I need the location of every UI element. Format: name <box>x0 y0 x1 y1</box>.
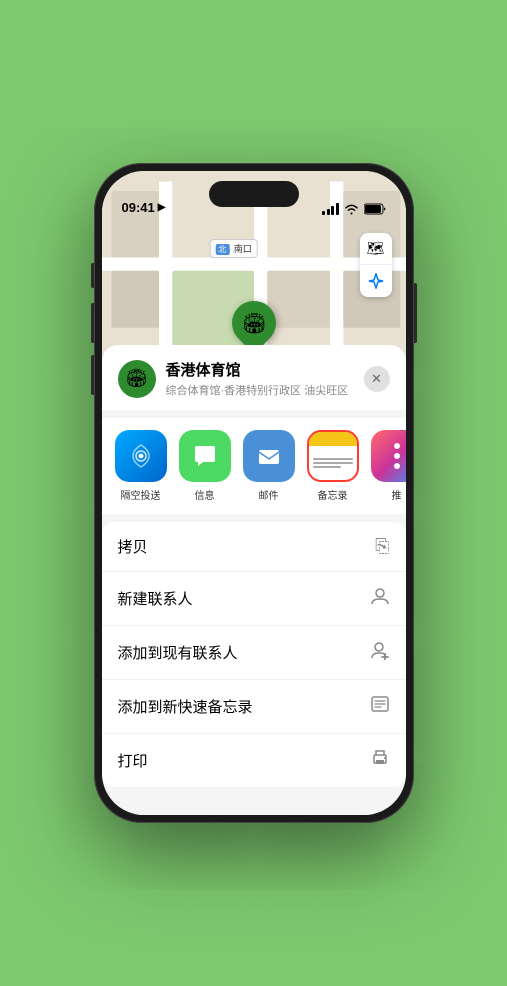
share-sheet: 🏟 香港体育馆 综合体育馆·香港特别行政区 油尖旺区 ✕ <box>102 345 406 815</box>
volume-up-button <box>91 303 94 343</box>
quick-note-icon <box>370 694 390 719</box>
share-notes[interactable]: 备忘录 <box>304 430 362 502</box>
message-label: 信息 <box>195 487 215 502</box>
action-copy-label: 拷贝 <box>118 536 148 557</box>
action-new-contact-label: 新建联系人 <box>118 588 193 609</box>
volume-down-button <box>91 355 94 395</box>
close-button[interactable]: ✕ <box>364 366 390 392</box>
venue-info: 香港体育馆 综合体育馆·香港特别行政区 油尖旺区 <box>166 359 354 398</box>
share-mail[interactable]: 邮件 <box>240 430 298 502</box>
notes-label: 备忘录 <box>318 487 348 502</box>
venue-subtitle: 综合体育馆·香港特别行政区 油尖旺区 <box>166 382 354 398</box>
action-add-contact[interactable]: 添加到现有联系人 <box>102 626 406 680</box>
more-icon <box>371 430 406 482</box>
action-list: 拷贝 ⎘ 新建联系人 添加到现有联系人 <box>102 522 406 787</box>
action-quick-note-label: 添加到新快速备忘录 <box>118 696 253 717</box>
map-entrance-label: 北 南口 <box>209 239 258 258</box>
venue-icon: 🏟 <box>118 360 156 398</box>
more-label: 推 <box>392 487 402 502</box>
battery-icon <box>364 203 386 215</box>
mute-button <box>91 263 94 288</box>
mail-label: 邮件 <box>259 487 279 502</box>
share-icons-row: 隔空投送 信息 <box>102 418 406 514</box>
new-contact-icon <box>370 586 390 611</box>
status-time: 09:41 ▶ <box>122 200 166 215</box>
dynamic-island <box>209 181 299 207</box>
airdrop-label: 隔空投送 <box>121 487 161 502</box>
wifi-icon <box>344 203 359 215</box>
share-airdrop[interactable]: 隔空投送 <box>112 430 170 502</box>
action-copy[interactable]: 拷贝 ⎘ <box>102 522 406 572</box>
add-contact-icon <box>370 640 390 665</box>
map-controls[interactable]: 🗺 <box>360 233 392 297</box>
sheet-header: 🏟 香港体育馆 综合体育馆·香港特别行政区 油尖旺区 ✕ <box>102 345 406 410</box>
print-icon <box>370 748 390 773</box>
share-more[interactable]: 推 <box>368 430 406 502</box>
action-quick-note[interactable]: 添加到新快速备忘录 <box>102 680 406 734</box>
phone-screen: 09:41 ▶ <box>102 171 406 815</box>
location-icon: ▶ <box>158 202 166 213</box>
action-print-label: 打印 <box>118 750 148 771</box>
signal-icon <box>322 203 339 215</box>
message-icon <box>179 430 231 482</box>
action-new-contact[interactable]: 新建联系人 <box>102 572 406 626</box>
map-layers-button[interactable]: 🗺 <box>360 233 392 265</box>
map-location-button[interactable] <box>360 265 392 297</box>
copy-icon: ⎘ <box>375 536 389 557</box>
phone-frame: 09:41 ▶ <box>94 163 414 823</box>
power-button <box>414 283 417 343</box>
venue-name: 香港体育馆 <box>166 359 354 380</box>
status-icons <box>322 203 386 215</box>
action-print[interactable]: 打印 <box>102 734 406 787</box>
share-message[interactable]: 信息 <box>176 430 234 502</box>
notes-icon <box>307 430 359 482</box>
mail-icon <box>243 430 295 482</box>
action-add-contact-label: 添加到现有联系人 <box>118 642 238 663</box>
airdrop-icon <box>115 430 167 482</box>
